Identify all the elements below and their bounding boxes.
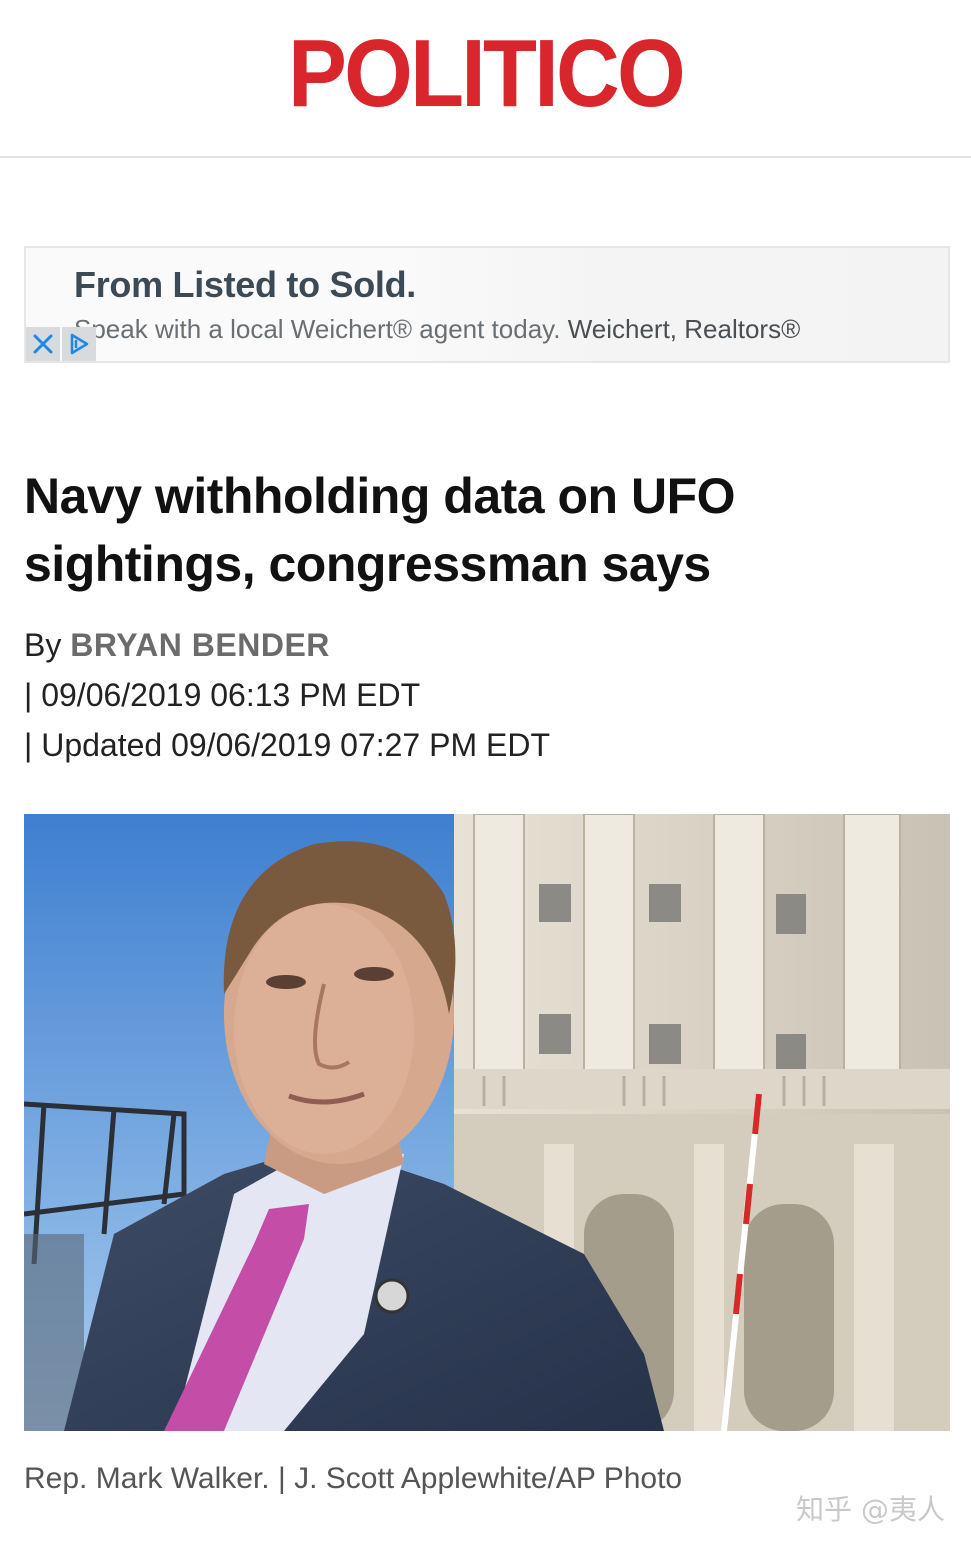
advertisement-banner[interactable]: From Listed to Sold. Speak with a local … <box>24 246 950 363</box>
author-link[interactable]: BRYAN BENDER <box>70 627 330 663</box>
ad-body[interactable]: Speak with a local Weichert® agent today… <box>74 314 800 345</box>
headline-line-2: sightings, congressman says <box>24 536 711 592</box>
ad-advertiser: Weichert, Realtors® <box>567 314 801 344</box>
photo-caption: Rep. Mark Walker. | J. Scott Applewhite/… <box>24 1462 683 1495</box>
zhihu-watermark: 知乎 @夷人 <box>796 1493 945 1526</box>
article-headline: Navy withholding data on UFO sightings, … <box>24 462 924 598</box>
article-photo[interactable] <box>24 814 950 1431</box>
site-header: POLITICO <box>0 0 971 158</box>
ad-body-text: Speak with a local Weichert® agent today… <box>74 314 561 344</box>
politico-logo[interactable]: POLITICO <box>39 26 932 122</box>
article-byline: By BRYAN BENDER | 09/06/2019 06:13 PM ED… <box>24 620 550 770</box>
ad-headline[interactable]: From Listed to Sold. <box>74 264 416 306</box>
headline-line-1: Navy withholding data on UFO <box>24 468 736 524</box>
by-label: By <box>24 627 62 663</box>
close-icon[interactable] <box>26 327 60 361</box>
byline-author-row: By BRYAN BENDER <box>24 620 550 670</box>
ad-background <box>388 248 948 361</box>
ad-controls <box>26 327 98 361</box>
adchoices-icon[interactable] <box>62 327 96 361</box>
published-timestamp: | 09/06/2019 06:13 PM EDT <box>24 677 421 713</box>
updated-timestamp: | Updated 09/06/2019 07:27 PM EDT <box>24 727 550 763</box>
